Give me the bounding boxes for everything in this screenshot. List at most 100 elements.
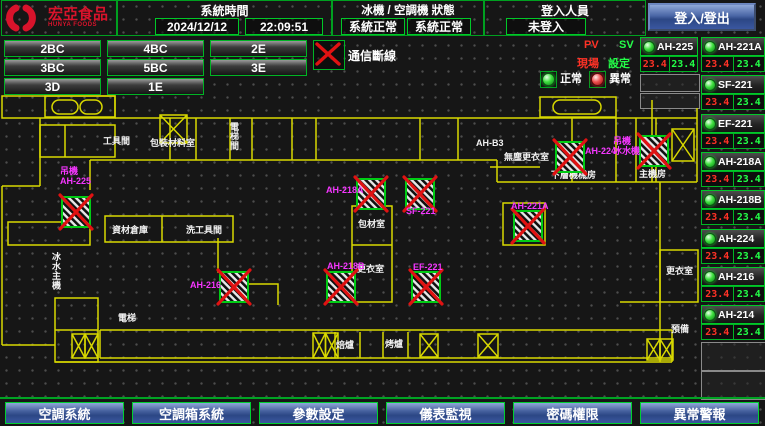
unit-status-led-icon xyxy=(704,194,716,206)
footer-button-2[interactable]: 空調箱系統 xyxy=(132,402,251,424)
unit-button-AH-225[interactable]: AH-225 xyxy=(640,37,698,56)
unit-name: AH-218B xyxy=(718,194,762,206)
unit-name: AH-221A xyxy=(718,41,762,53)
sv-value: 23.4 xyxy=(734,325,765,339)
legend-abnormal-label: 異常 xyxy=(609,73,631,85)
unit-name: SF-221 xyxy=(718,79,752,91)
empty-cell xyxy=(701,371,765,400)
unit-name: AH-216 xyxy=(718,271,754,283)
login-logout-button[interactable]: 登入/登出 xyxy=(648,3,756,31)
company-logo: 宏亞食品 HUNYA FOODS xyxy=(1,0,117,36)
floor-button-2E[interactable]: 2E xyxy=(210,40,307,57)
footer-button-6[interactable]: 異常警報 xyxy=(640,402,759,424)
map-unit-label: AH-224 xyxy=(585,146,616,156)
room-label: 包裝材料室 xyxy=(149,137,195,148)
map-unit-AH-224[interactable]: AH-224 xyxy=(554,140,616,174)
unit-values-AH-218A: 23.423.4 xyxy=(701,171,765,187)
unit-name: EF-221 xyxy=(718,118,752,130)
footer-button-5[interactable]: 密碼權限 xyxy=(513,402,632,424)
machine-status-label: 冰機 / 空調機 狀態 xyxy=(333,2,483,18)
map-unit-吊機-AH-225[interactable]: 吊機AH-225 xyxy=(60,165,92,229)
room-label: 電梯 xyxy=(118,312,136,323)
room-label: 預備 xyxy=(671,323,689,334)
unit-values-AH-225: 23.423.4 xyxy=(640,56,698,72)
legend-abnormal: 異常 xyxy=(589,70,631,88)
footer-button-3[interactable]: 參數設定 xyxy=(259,402,378,424)
sv-name-label: 設定 xyxy=(608,55,630,71)
unit-values-AH-221A: 23.423.4 xyxy=(701,56,765,72)
map-unit-label: AH-216 xyxy=(190,280,221,290)
elevator-icon xyxy=(672,129,694,161)
pv-name-label: 現場 xyxy=(577,55,599,71)
elevator-icon xyxy=(72,334,98,358)
map-unit-label: 吊機AH-225 xyxy=(60,165,91,186)
unit-values-SF-221: 23.423.4 xyxy=(701,94,765,110)
unit-status-led-icon xyxy=(704,79,716,91)
footer-button-4[interactable]: 儀表監視 xyxy=(386,402,505,424)
floor-button-3E[interactable]: 3E xyxy=(210,59,307,76)
map-unit-吊機-冰水機[interactable]: 吊機冰水機 xyxy=(613,134,670,168)
footer-button-1[interactable]: 空調系統 xyxy=(5,402,124,424)
map-unit-label: AH-218B xyxy=(327,261,365,271)
map-unit-label: EF-221 xyxy=(413,262,443,272)
unit-status-led-icon xyxy=(704,41,716,53)
floor-button-2BC[interactable]: 2BC xyxy=(4,40,101,57)
logo-text: 宏亞食品 xyxy=(48,8,108,22)
legend-normal: 正常 xyxy=(540,70,582,88)
sv-value: 23.4 xyxy=(734,95,765,109)
elevator-icon xyxy=(478,334,498,357)
floor-button-3BC[interactable]: 3BC xyxy=(4,59,101,76)
room-label: 工具間 xyxy=(103,136,130,146)
unit-button-AH-221A[interactable]: AH-221A xyxy=(701,37,765,56)
unit-button-AH-214[interactable]: AH-214 xyxy=(701,305,765,324)
unit-status-led-icon xyxy=(704,271,716,283)
room-label: 焙爐 xyxy=(336,339,354,350)
unit-status-led-icon xyxy=(704,156,716,168)
sv-value: 23.4 xyxy=(734,134,765,148)
abnormal-led-icon xyxy=(589,71,606,88)
hmi-screen: 宏亞食品 HUNYA FOODS 系統時間 2024/12/12 22:09:5… xyxy=(0,0,765,426)
map-unit-AH-221A[interactable]: AH-221A xyxy=(511,201,549,243)
chiller-status-value: 系統正常 xyxy=(341,18,405,35)
floor-button-5BC[interactable]: 5BC xyxy=(107,59,204,76)
map-unit-AH-216[interactable]: AH-216 xyxy=(190,270,250,304)
system-clock-value: 22:09:51 xyxy=(245,18,323,35)
pv-value: 23.4 xyxy=(702,57,734,71)
map-unit-EF-221[interactable]: EF-221 xyxy=(410,262,443,304)
room-label: 烤爐 xyxy=(385,338,403,349)
room-label: 主機房 xyxy=(639,168,666,179)
floor-button-4BC[interactable]: 4BC xyxy=(107,40,204,57)
sv-value: 23.4 xyxy=(734,57,765,71)
unit-status-led-icon xyxy=(704,118,716,130)
elevator-icon xyxy=(647,339,673,360)
unit-name: AH-225 xyxy=(657,41,693,53)
sv-value: 23.4 xyxy=(734,249,765,263)
sv-value: 23.4 xyxy=(734,172,765,186)
pv-value: 23.4 xyxy=(702,287,734,301)
logo-icon xyxy=(2,2,48,34)
unit-button-AH-216[interactable]: AH-216 xyxy=(701,267,765,286)
sv-label: SV xyxy=(619,39,634,51)
map-unit-SF-221[interactable]: SF-221 xyxy=(404,177,436,216)
sv-value: 23.4 xyxy=(734,210,765,224)
room-label: 包材室 xyxy=(357,218,385,229)
unit-button-EF-221[interactable]: EF-221 xyxy=(701,114,765,133)
room-label: 冰水主機 xyxy=(52,251,62,291)
pv-value: 23.4 xyxy=(702,210,734,224)
unit-button-AH-218B[interactable]: AH-218B xyxy=(701,190,765,209)
map-unit-label: AH-221A xyxy=(511,201,549,211)
unit-button-AH-218A[interactable]: AH-218A xyxy=(701,152,765,171)
room-label: 資材倉庫 xyxy=(112,224,148,235)
map-unit-AH-218A[interactable]: AH-218A xyxy=(326,177,387,211)
unit-values-EF-221: 23.423.4 xyxy=(701,133,765,149)
unit-button-AH-224[interactable]: AH-224 xyxy=(701,229,765,248)
normal-led-icon xyxy=(540,71,557,88)
unit-button-SF-221[interactable]: SF-221 xyxy=(701,75,765,94)
unit-status-led-icon xyxy=(704,309,716,321)
pv-value: 23.4 xyxy=(702,95,734,109)
pv-value: 23.4 xyxy=(702,134,734,148)
map-unit-AH-218B[interactable]: AH-218B xyxy=(325,261,365,304)
unit-values-AH-214: 23.423.4 xyxy=(701,324,765,340)
room-label: 電梯間 xyxy=(230,122,239,151)
unit-values-AH-216: 23.423.4 xyxy=(701,286,765,302)
